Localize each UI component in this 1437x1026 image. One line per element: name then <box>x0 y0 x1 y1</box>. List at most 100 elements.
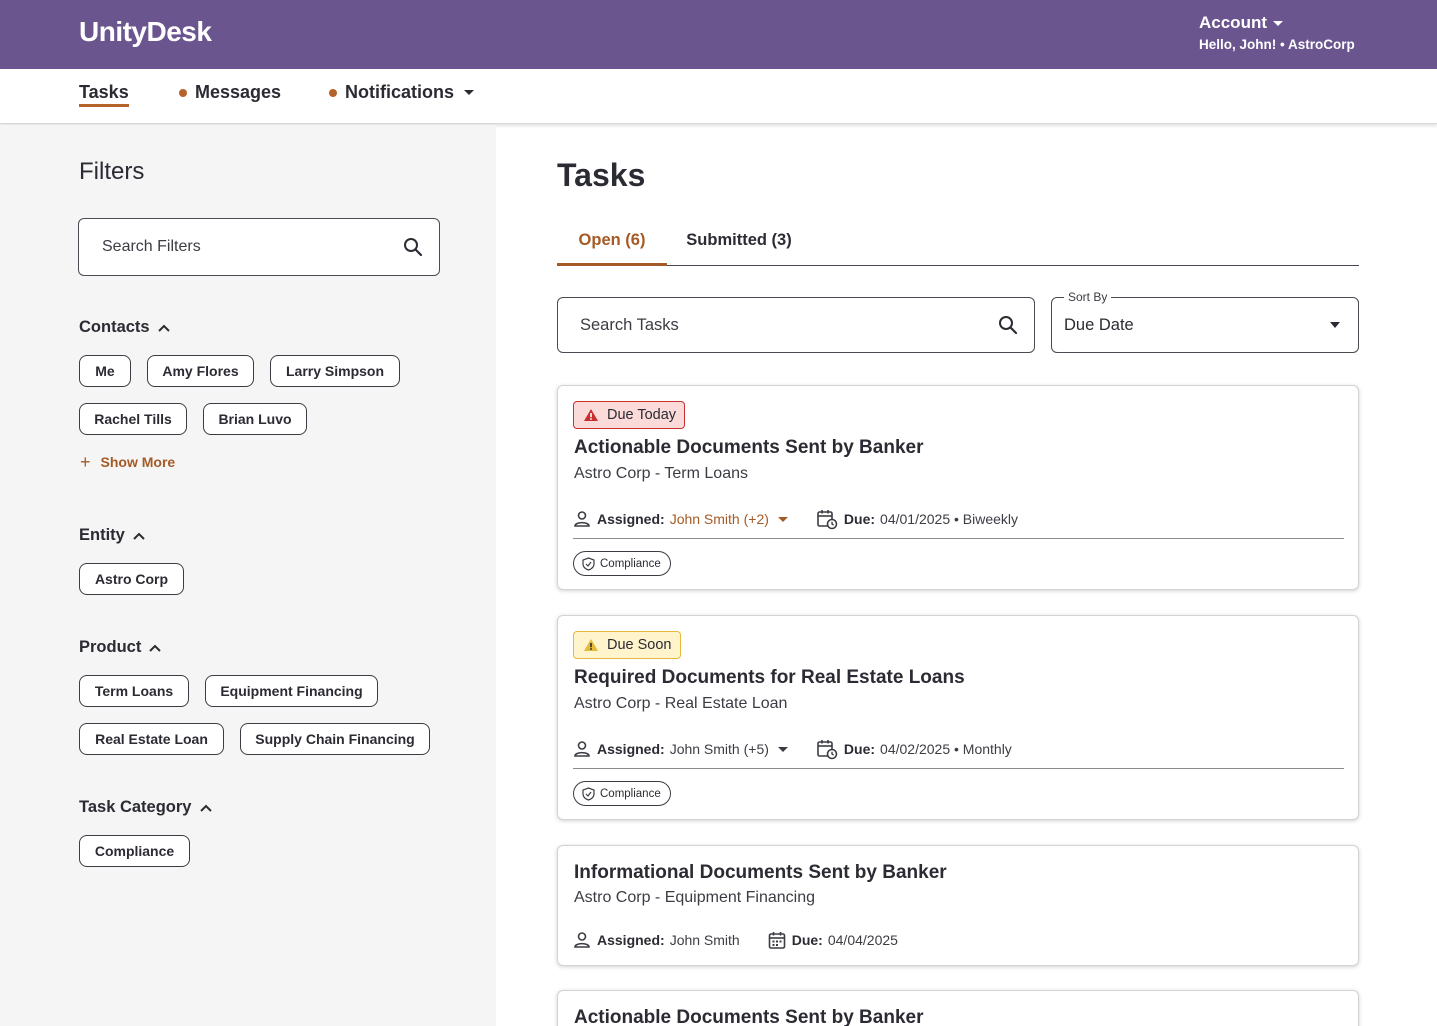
chevron-down-icon <box>1330 322 1340 328</box>
filter-chip-category[interactable]: Compliance <box>79 835 190 867</box>
account-menu[interactable]: Account Hello, John! • AstroCorp <box>1199 13 1359 52</box>
due-label: Due: <box>791 932 823 948</box>
contacts-section-toggle[interactable]: Contacts <box>79 318 170 337</box>
person-icon <box>574 741 590 757</box>
chevron-down-icon[interactable] <box>777 746 788 752</box>
sort-by-select[interactable]: Sort By Due Date <box>1051 290 1359 353</box>
tab-submitted[interactable]: Submitted (3) <box>677 222 801 266</box>
category-tag-label: Compliance <box>600 787 661 800</box>
badge-label: Due Today <box>607 407 677 423</box>
task-category-heading: Task Category <box>79 798 192 816</box>
due-label: Due: <box>843 511 876 527</box>
badge-label: Due Soon <box>607 637 672 653</box>
contacts-heading: Contacts <box>79 318 150 336</box>
task-meta: Assigned: John Smith (+5) Due: 04/02/202… <box>573 738 1012 760</box>
category-tag: Compliance <box>573 781 671 806</box>
entity-section-toggle[interactable]: Entity <box>79 526 145 545</box>
unread-dot-icon <box>179 88 187 97</box>
search-icon[interactable] <box>998 315 1018 335</box>
product-heading: Product <box>79 638 142 656</box>
chevron-up-icon <box>149 644 162 652</box>
assignee-dropdown[interactable]: John Smith (+5) <box>670 741 769 757</box>
due-today-badge: Due Today <box>573 401 686 429</box>
divider <box>573 768 1344 769</box>
assigned-label: Assigned: <box>597 741 665 757</box>
due-date: 04/04/2025 <box>827 932 898 948</box>
warning-icon <box>584 409 598 421</box>
due-soon-badge: Due Soon <box>573 631 681 659</box>
entity-heading: Entity <box>79 526 125 544</box>
nav-tab-tasks-label: Tasks <box>79 82 129 102</box>
nav-tab-notifications[interactable]: Notifications <box>329 82 475 103</box>
nav-tab-tasks[interactable]: Tasks <box>79 82 129 107</box>
filter-chip-product[interactable]: Equipment Financing <box>205 675 378 707</box>
product-section-toggle[interactable]: Product <box>79 638 162 657</box>
divider <box>573 538 1344 539</box>
assignee-dropdown[interactable]: John Smith (+2) <box>670 511 769 527</box>
filter-chip-product[interactable]: Supply Chain Financing <box>240 723 430 755</box>
assigned-label: Assigned: <box>597 511 665 527</box>
task-category-section-toggle[interactable]: Task Category <box>79 798 212 817</box>
person-icon <box>574 511 590 527</box>
task-title[interactable]: Actionable Documents Sent by Banker <box>574 1007 923 1026</box>
search-icon[interactable] <box>403 237 423 257</box>
plus-icon: + <box>80 452 91 472</box>
tab-open-label: Open (6) <box>578 231 646 249</box>
task-title[interactable]: Informational Documents Sent by Banker <box>574 862 947 884</box>
task-subtitle: Astro Corp - Term Loans <box>574 465 748 482</box>
filter-chip-contact[interactable]: Amy Flores <box>147 355 254 387</box>
task-title[interactable]: Required Documents for Real Estate Loans <box>574 667 965 689</box>
show-more-contacts-button[interactable]: + Show More <box>80 453 175 471</box>
top-header: UnityDesk Account Hello, John! • AstroCo… <box>0 0 1437 69</box>
chevron-up-icon <box>157 324 170 332</box>
account-greeting: Hello, John! • AstroCorp <box>1199 37 1355 52</box>
task-search-input[interactable]: Search Tasks <box>557 297 1035 353</box>
unread-dot-icon <box>329 88 337 97</box>
tab-submitted-label: Submitted (3) <box>686 231 792 249</box>
person-icon <box>574 932 590 948</box>
chevron-down-icon[interactable] <box>777 516 788 522</box>
calendar-icon <box>768 932 786 949</box>
assignee-name: John Smith <box>669 932 740 948</box>
sort-by-value: Due Date <box>1064 315 1134 334</box>
tab-open[interactable]: Open (6) <box>557 222 667 266</box>
assigned-label: Assigned: <box>597 932 665 948</box>
task-tabs: Open (6) Submitted (3) <box>557 222 1359 266</box>
task-card[interactable]: Due Today Actionable Documents Sent by B… <box>557 385 1359 590</box>
warning-icon <box>584 639 598 651</box>
main-nav: Tasks Messages Notifications <box>0 69 1437 124</box>
filter-search-input[interactable]: Search Filters <box>78 218 440 276</box>
task-subtitle: Astro Corp - Real Estate Loan <box>574 695 788 712</box>
category-tag-label: Compliance <box>600 557 661 570</box>
show-more-label: Show More <box>100 454 176 470</box>
sort-by-label: Sort By <box>1064 290 1112 304</box>
filter-chip-contact[interactable]: Rachel Tills <box>79 403 187 435</box>
account-button[interactable]: Account <box>1199 13 1359 33</box>
filter-chip-product[interactable]: Term Loans <box>79 675 189 707</box>
task-search-placeholder: Search Tasks <box>580 315 679 334</box>
category-tag: Compliance <box>573 551 671 576</box>
filters-sidebar: Filters Search Filters Contacts Me Amy F… <box>0 125 496 1026</box>
filter-chip-contact[interactable]: Brian Luvo <box>203 403 307 435</box>
task-title[interactable]: Actionable Documents Sent by Banker <box>574 437 923 459</box>
due-label: Due: <box>843 741 876 757</box>
due-date: 04/02/2025 • Monthly <box>880 741 1012 757</box>
chevron-up-icon <box>199 804 212 812</box>
filter-chip-entity[interactable]: Astro Corp <box>79 563 184 595</box>
task-card[interactable]: Due Soon Required Documents for Real Est… <box>557 615 1359 820</box>
filter-chip-contact[interactable]: Me <box>79 355 131 387</box>
nav-tab-notifications-label: Notifications <box>345 82 455 102</box>
nav-tab-messages[interactable]: Messages <box>179 82 281 103</box>
filter-chip-contact[interactable]: Larry Simpson <box>270 355 400 387</box>
account-label: Account <box>1199 13 1267 32</box>
app-logo[interactable]: UnityDesk <box>79 16 212 48</box>
recurring-calendar-icon <box>817 510 838 530</box>
filter-chip-product[interactable]: Real Estate Loan <box>79 723 224 755</box>
filters-title: Filters <box>79 158 145 185</box>
task-card[interactable]: Informational Documents Sent by Banker A… <box>557 845 1359 966</box>
task-subtitle: Astro Corp - Equipment Financing <box>574 889 815 906</box>
task-meta: Assigned: John Smith Due: 04/04/2025 <box>573 931 898 949</box>
task-meta: Assigned: John Smith (+2) Due: 04/01/202… <box>573 508 1018 530</box>
filter-search-placeholder: Search Filters <box>102 238 201 255</box>
task-card[interactable]: Actionable Documents Sent by Banker <box>557 990 1359 1026</box>
